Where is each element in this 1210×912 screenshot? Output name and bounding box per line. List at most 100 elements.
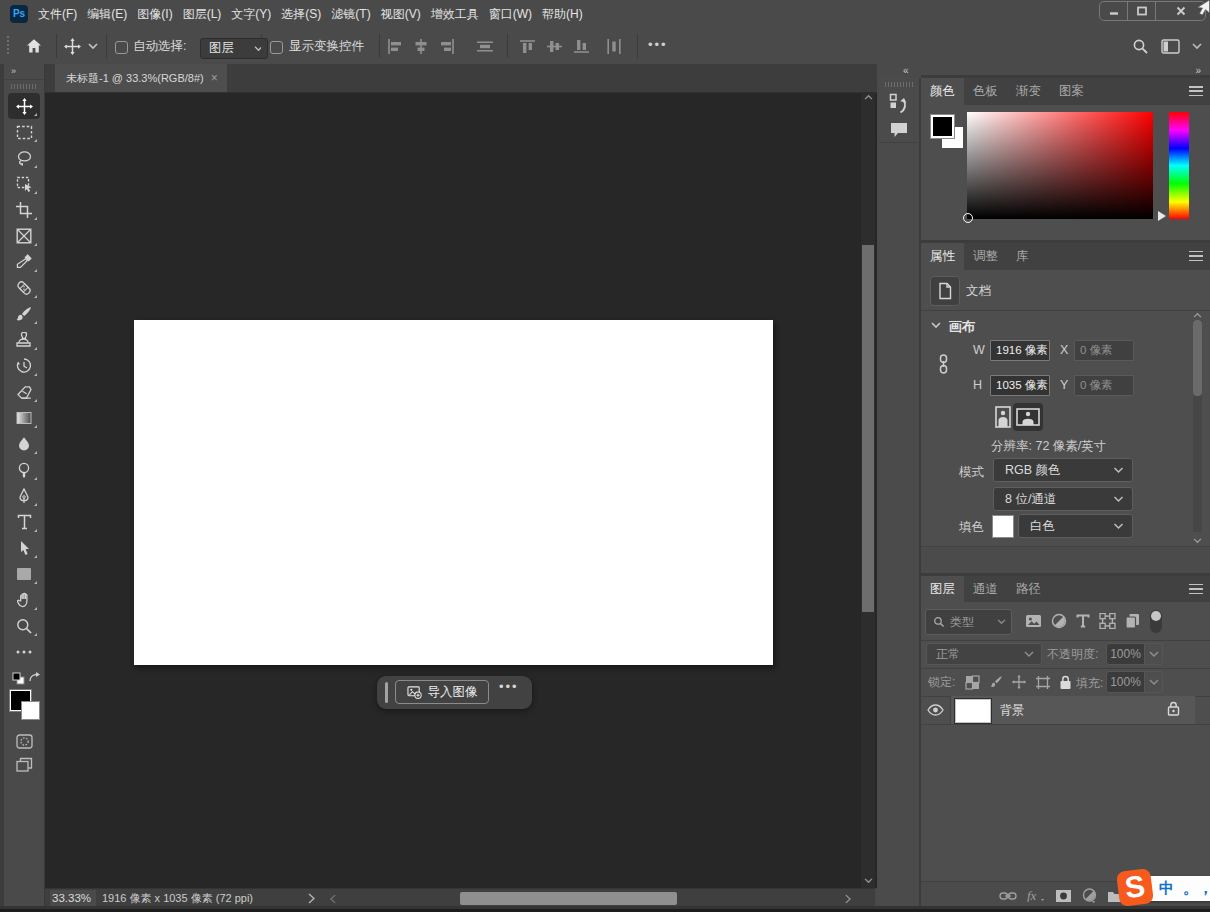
eyedropper-tool[interactable] (8, 249, 40, 275)
align-right-button[interactable] (438, 38, 456, 55)
vertical-scrollbar-thumb[interactable] (862, 245, 874, 612)
scroll-right-icon[interactable] (845, 894, 851, 904)
width-field[interactable]: 1916 像素 (990, 340, 1050, 361)
path-selection-tool[interactable] (8, 535, 40, 561)
adjustment-layer-filter-button[interactable] (1051, 613, 1067, 629)
opacity-combo[interactable]: 100% (1106, 643, 1163, 665)
properties-tab-调整[interactable]: 调整 (964, 243, 1007, 270)
properties-tab-属性[interactable]: 属性 (921, 243, 964, 270)
shape-layer-filter-button[interactable] (1099, 613, 1116, 629)
maximize-button[interactable] (1127, 2, 1155, 20)
align-left-button[interactable] (386, 38, 404, 55)
properties-scrollbar-thumb[interactable] (1193, 320, 1202, 396)
layers-tab-通道[interactable]: 通道 (964, 576, 1007, 603)
pen-tool[interactable] (8, 483, 40, 509)
canvas-fill-swatch[interactable] (992, 515, 1014, 538)
move-tool[interactable] (8, 93, 40, 119)
document-tab-close-icon[interactable]: × (211, 71, 218, 85)
show-transform-checkbox[interactable] (270, 41, 283, 54)
link-dimensions-icon[interactable] (937, 354, 950, 374)
healing-brush-tool[interactable] (8, 275, 40, 301)
canvas-section-chevron-icon[interactable] (931, 322, 941, 329)
rectangle-tool[interactable] (8, 561, 40, 587)
frame-tool[interactable] (8, 223, 40, 249)
distribute-horizontal-button[interactable] (475, 38, 493, 55)
current-tool-button[interactable] (64, 38, 81, 55)
more-options-button[interactable]: ••• (648, 37, 668, 52)
layers-panel-menu-icon[interactable] (1189, 584, 1203, 595)
menu-1[interactable]: 编辑(E) (87, 6, 127, 23)
color-tab-色板[interactable]: 色板 (964, 78, 1007, 105)
layers-tab-图层[interactable]: 图层 (921, 576, 964, 603)
default-colors-button[interactable] (12, 672, 25, 685)
search-button[interactable] (1132, 38, 1149, 55)
lock-paint-button[interactable] (988, 675, 1003, 690)
dodge-tool[interactable] (8, 457, 40, 483)
smart-object-filter-button[interactable] (1125, 613, 1140, 629)
toolbar-expand-button[interactable]: » (4, 64, 44, 80)
menu-8[interactable]: 增效工具 (431, 6, 479, 23)
blend-mode-dropdown[interactable]: 正常 (926, 643, 1042, 665)
color-mode-dropdown[interactable]: RGB 颜色 (993, 458, 1133, 482)
layer-thumbnail[interactable] (955, 699, 991, 723)
type-tool[interactable] (8, 509, 40, 535)
properties-panel-menu-icon[interactable] (1189, 251, 1203, 262)
menu-9[interactable]: 窗口(W) (489, 6, 532, 23)
saturation-brightness-field[interactable] (967, 112, 1153, 219)
height-field[interactable]: 1035 像素 (990, 375, 1050, 396)
blur-tool[interactable] (8, 431, 40, 457)
history-brush-tool[interactable] (8, 353, 40, 379)
brush-tool[interactable] (8, 301, 40, 327)
filter-toggle-button[interactable] (1149, 609, 1163, 634)
horizontal-scrollbar-thumb[interactable] (460, 892, 677, 905)
dock-collapse-button[interactable]: « (903, 65, 910, 76)
comments-panel-button[interactable] (889, 121, 909, 139)
menu-4[interactable]: 文字(Y) (231, 6, 271, 23)
vertical-scrollbar[interactable] (861, 92, 875, 888)
gradient-tool[interactable] (8, 405, 40, 431)
swap-colors-button[interactable] (28, 672, 41, 684)
hue-slider-marker[interactable] (1158, 211, 1166, 221)
layers-tab-路径[interactable]: 路径 (1007, 576, 1050, 603)
task-bar-more-button[interactable]: ••• (499, 679, 519, 694)
tool-preset-chevron-icon[interactable] (88, 43, 98, 50)
marquee-tool[interactable] (8, 119, 40, 145)
lock-all-button[interactable] (1059, 675, 1072, 690)
y-field[interactable]: 0 像素 (1074, 375, 1134, 396)
color-field-marker[interactable] (963, 213, 973, 223)
lock-transparent-button[interactable] (965, 675, 980, 690)
bit-depth-dropdown[interactable]: 8 位/通道 (993, 487, 1133, 511)
workspace-button[interactable] (1161, 39, 1180, 54)
layer-mask-button[interactable] (1055, 889, 1072, 903)
distribute-vertical-button[interactable] (605, 38, 623, 55)
zoom-level-field[interactable]: 33.33% (50, 890, 96, 907)
align-bottom-button[interactable] (573, 38, 591, 55)
color-panel-menu-icon[interactable] (1189, 86, 1203, 97)
properties-tab-库[interactable]: 库 (1007, 243, 1038, 270)
history-panel-button[interactable] (889, 93, 910, 114)
document-kind-button[interactable] (930, 276, 960, 306)
align-top-button[interactable] (519, 38, 537, 55)
properties-scroll-down-icon[interactable] (1193, 538, 1202, 544)
layer-filter-type-dropdown[interactable]: 类型 (925, 609, 1012, 635)
hue-slider[interactable] (1169, 112, 1189, 219)
lock-artboard-button[interactable] (1035, 675, 1051, 690)
scroll-left-icon[interactable] (330, 894, 336, 904)
import-image-button[interactable]: 导入图像 (395, 680, 489, 704)
align-vertical-centers-button[interactable] (546, 38, 564, 55)
menu-6[interactable]: 滤镜(T) (331, 6, 370, 23)
home-button[interactable] (26, 38, 42, 54)
eraser-tool[interactable] (8, 379, 40, 405)
object-selection-tool[interactable] (8, 171, 40, 197)
menu-0[interactable]: 文件(F) (38, 6, 77, 23)
auto-select-checkbox[interactable] (115, 41, 128, 54)
crop-tool[interactable] (8, 197, 40, 223)
layer-row-background[interactable]: 背景 (921, 696, 1210, 724)
document-canvas[interactable] (134, 320, 773, 665)
menu-7[interactable]: 视图(V) (381, 6, 421, 23)
align-horizontal-centers-button[interactable] (412, 38, 430, 55)
menu-10[interactable]: 帮助(H) (542, 6, 583, 23)
color-panel-foreground-swatch[interactable] (931, 115, 954, 138)
ime-language-mode[interactable]: 中 (1159, 879, 1174, 898)
sogou-logo[interactable]: S (1116, 868, 1154, 907)
